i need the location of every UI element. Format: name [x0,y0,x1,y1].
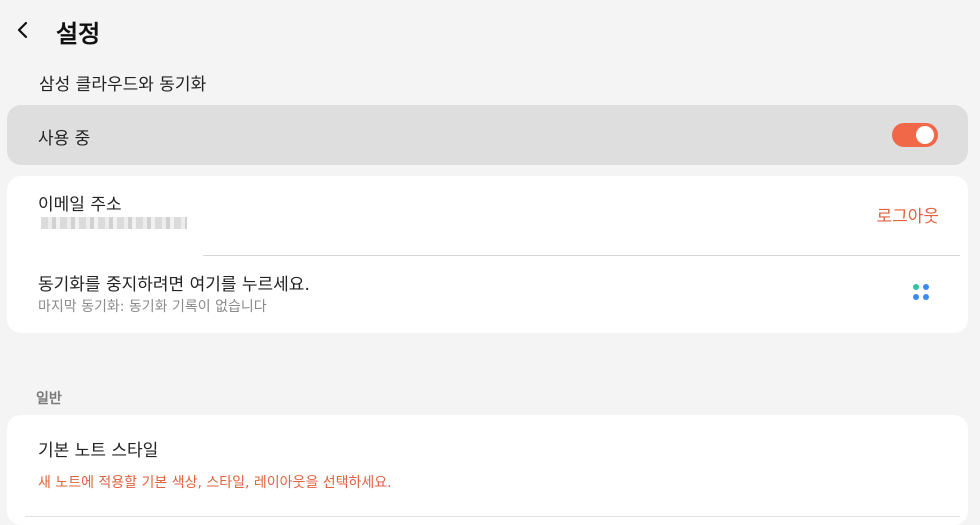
back-button[interactable] [8,15,38,45]
logout-button[interactable]: 로그아웃 [876,202,939,227]
master-sync-row[interactable]: 사용 중 [7,105,968,165]
sync-dots-icon [912,283,932,303]
stop-sync-label: 동기화를 중지하려면 여기를 누르세요. [38,275,310,295]
sync-dot [923,294,929,300]
last-sync-status: 마지막 동기화: 동기화 기록이 없습니다 [38,299,267,315]
stop-sync-row[interactable]: 동기화를 중지하려면 여기를 누르세요. 마지막 동기화: 동기화 기록이 없습… [7,256,968,333]
master-sync-toggle[interactable] [892,123,938,147]
note-style-description: 새 노트에 적용할 기본 색상, 스타일, 레이아웃을 선택하세요. [38,475,392,491]
email-label: 이메일 주소 [38,195,122,215]
sync-dot [913,284,919,290]
master-toggle-label: 사용 중 [38,129,91,149]
sync-dot [913,294,919,300]
chevron-left-icon [17,21,28,39]
email-value-masked [41,217,187,229]
sync-dot [923,284,929,290]
general-section-title: 일반 [36,391,62,407]
note-style-card[interactable]: 기본 노트 스타일 새 노트에 적용할 기본 색상, 스타일, 레이아웃을 선택… [7,415,968,525]
divider [25,516,960,517]
app-header: 설정 [0,0,980,62]
note-style-label: 기본 노트 스타일 [38,441,159,461]
cloud-section-title: 삼성 클라우드와 동기화 [39,75,207,95]
page-title: 설정 [56,20,101,48]
account-card: 이메일 주소 로그아웃 동기화를 중지하려면 여기를 누르세요. 마지막 동기화… [7,176,968,333]
toggle-knob [916,126,934,144]
